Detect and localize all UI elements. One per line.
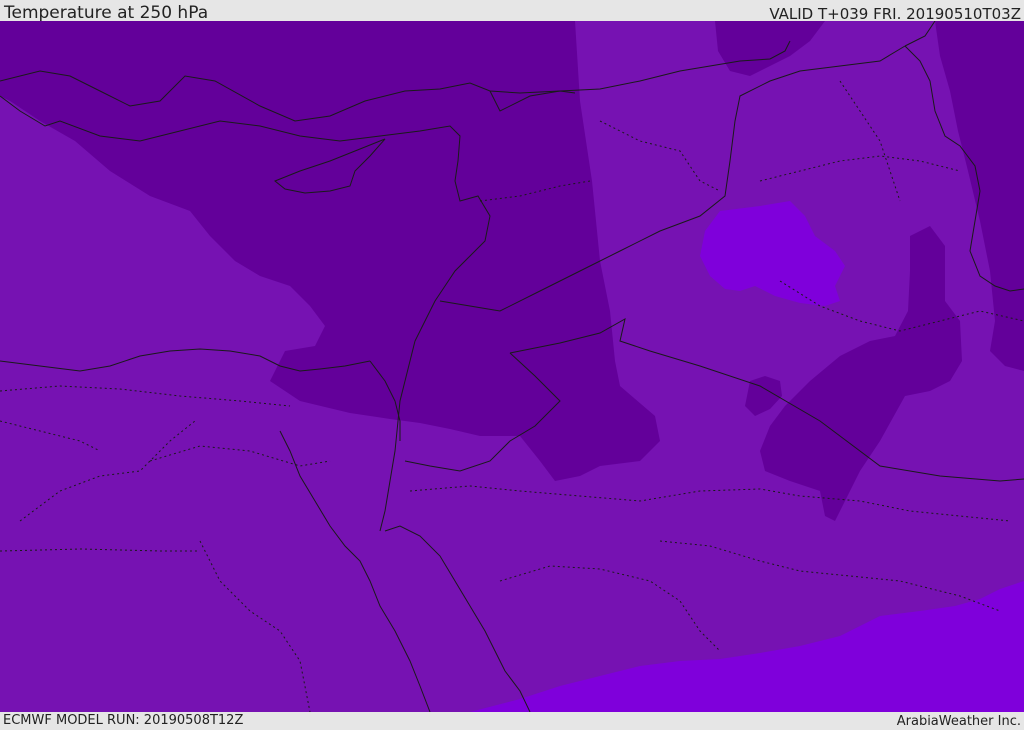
model-run-label: ECMWF MODEL RUN: 20190508T12Z bbox=[3, 713, 244, 728]
temperature-map[interactable] bbox=[0, 21, 1024, 712]
footer-bar: ECMWF MODEL RUN: 20190508T12Z ArabiaWeat… bbox=[0, 712, 1024, 729]
credit-label: ArabiaWeather Inc. bbox=[896, 714, 1021, 729]
map-panel[interactable] bbox=[0, 21, 1024, 712]
header-bar: Temperature at 250 hPa VALID T+039 FRI. … bbox=[0, 0, 1024, 23]
